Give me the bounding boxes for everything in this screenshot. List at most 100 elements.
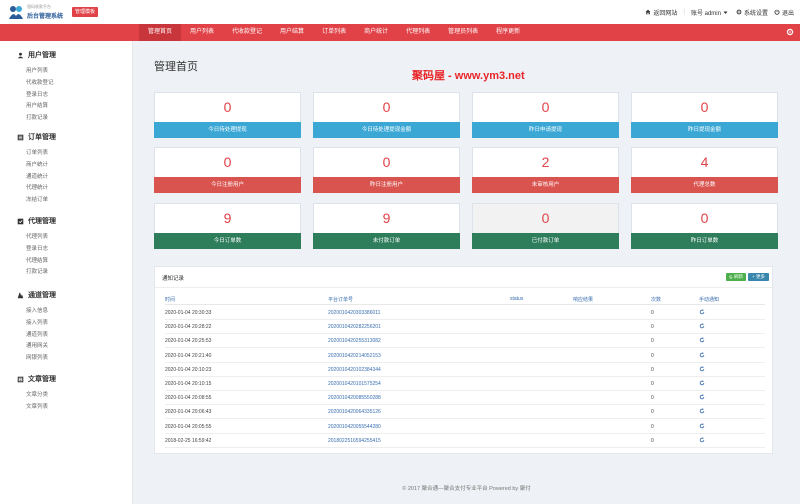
sidebar-item[interactable]: 通道列表 — [26, 330, 48, 338]
sidebar-item[interactable]: 打款记录 — [26, 267, 48, 275]
sidebar-item[interactable]: 通道统计 — [26, 172, 48, 180]
row-order-link[interactable]: 2020010420064335126 — [328, 409, 381, 415]
sidebar-item[interactable]: 登录日志 — [26, 90, 48, 98]
row-order-link[interactable]: 2020010420085550288 — [328, 395, 381, 401]
caret-down-icon — [723, 11, 728, 14]
resend-icon[interactable] — [699, 422, 705, 429]
home-icon — [645, 9, 651, 15]
nav-tab[interactable]: 代收款登记 — [223, 24, 271, 41]
row-order-link[interactable]: 2020010420214052153 — [328, 353, 381, 359]
stat-card[interactable]: 0 今日待处理提现 — [154, 92, 301, 138]
stat-card[interactable]: 9 今日订单数 — [154, 203, 301, 249]
sidebar-item[interactable]: 代理统计 — [26, 183, 48, 191]
sidebar-item[interactable]: 代理列表 — [26, 232, 48, 240]
stat-label: 代理总数 — [631, 177, 778, 193]
column-header: 响应结果 — [573, 297, 594, 303]
sidebar-item[interactable]: 商户统计 — [26, 160, 48, 168]
row-order-link[interactable]: 2020010420303386011 — [328, 310, 380, 316]
sidebar-item[interactable]: 接入信息 — [26, 306, 48, 314]
sidebar-item[interactable]: 打款记录 — [26, 113, 48, 121]
sidebar-group-title[interactable]: 用户管理 — [17, 50, 56, 60]
sidebar-group-title[interactable]: 文章管理 — [17, 374, 56, 384]
settings-gear-icon[interactable] — [786, 28, 794, 36]
row-count: 0 — [651, 381, 654, 387]
row-order-link[interactable]: 2020010420055544280 — [328, 424, 381, 430]
row-time: 2020-01-04 20:25:53 — [165, 338, 212, 345]
nav-tab[interactable]: 订单列表 — [313, 24, 355, 41]
sidebar-item[interactable]: 通用网关 — [26, 341, 48, 349]
resend-icon[interactable] — [699, 337, 705, 343]
stat-card[interactable]: 2 未审核用户 — [472, 147, 619, 193]
row-order-link[interactable]: 2020010420102384344 — [328, 367, 381, 373]
resend-icon[interactable] — [699, 394, 705, 400]
row-order-link[interactable]: 2020010420255313082 — [328, 338, 381, 344]
row-time: 2020-01-04 20:10:23 — [165, 366, 212, 373]
logo-icon — [9, 6, 23, 19]
sidebar-group-title[interactable]: 订单管理 — [17, 132, 56, 142]
stat-value: 0 — [382, 99, 391, 115]
stat-card[interactable]: 9 未付款订单 — [313, 203, 460, 249]
more-button[interactable]: + 更多 — [748, 273, 769, 281]
row-time: 2020-01-04 20:08:55 — [165, 395, 212, 402]
sidebar-item[interactable]: 代理结算 — [26, 256, 48, 264]
table-row: 2020-01-04 20:28:22 2020010420282256201 0 — [165, 320, 765, 335]
row-time: 2020-01-04 20:10:15 — [165, 381, 212, 387]
nav-tab[interactable]: 管理首页 — [139, 24, 182, 41]
row-order-link[interactable]: 2020010420101575254 — [328, 381, 381, 387]
sidebar-item[interactable]: 代收款登记 — [26, 78, 54, 86]
stat-card[interactable]: 0 今日待处理提现金额 — [313, 92, 460, 138]
account-menu[interactable]: 账号 admin — [691, 8, 730, 17]
sidebar-item[interactable]: 用户列表 — [26, 66, 48, 74]
logout-label: 退出 — [781, 10, 794, 17]
sidebar-item[interactable]: 用户结算 — [26, 101, 48, 109]
nav-tab[interactable]: 程序更新 — [487, 24, 529, 41]
stat-card[interactable]: 0 今日注册用户 — [154, 147, 301, 193]
stat-card[interactable]: 0 昨日申请提现 — [472, 92, 619, 138]
refresh-button[interactable]: 刷新 — [726, 273, 746, 281]
row-order-link[interactable]: 2018022516594255415 — [328, 438, 381, 444]
panel-title: 通知记录 — [162, 276, 185, 282]
sidebar-group-title[interactable]: 通道管理 — [17, 290, 56, 300]
sidebar-item[interactable]: 文章分类 — [26, 390, 48, 398]
home-link[interactable]: 返回网站 — [645, 8, 677, 17]
nav-tab[interactable]: 代理列表 — [397, 24, 439, 41]
brand-badge: 管理模板 — [72, 7, 99, 17]
sidebar-item[interactable]: 接入列表 — [26, 318, 48, 326]
table-row: 2020-01-04 20:06:43 2020010420064335126 0 — [165, 405, 765, 420]
gear-icon — [736, 9, 742, 15]
stat-value: 0 — [700, 210, 709, 226]
sidebar-item[interactable]: 登录日志 — [26, 244, 48, 252]
logo[interactable]: 银码收款平台 后台管理系统 — [8, 3, 66, 21]
sidebar-item[interactable]: 冻结订单 — [26, 195, 48, 203]
nav-tab[interactable]: 用户列表 — [181, 24, 223, 41]
stat-value: 0 — [223, 154, 232, 170]
logout-link[interactable]: 退出 — [774, 8, 794, 17]
divider — [155, 287, 772, 288]
main-nav: 管理首页 用户列表 代收款登记 用户结算 订单列表 商户统计 代理列表 管理员列表 程序更新 — [0, 24, 800, 41]
sidebar-group-title[interactable]: 代理管理 — [17, 216, 56, 226]
settings-link[interactable]: 系统设置 — [736, 8, 768, 17]
sidebar-item[interactable]: 网银列表 — [26, 353, 48, 361]
stat-card[interactable]: 0 昨日订单数 — [631, 203, 778, 249]
nav-tab[interactable]: 管理员列表 — [439, 24, 487, 41]
nav-tab[interactable]: 用户结算 — [271, 24, 313, 41]
row-time: 2020-01-04 20:30:33 — [165, 310, 212, 316]
sidebar-group-label: 代理管理 — [28, 218, 56, 225]
stat-card[interactable]: 0 昨日注册用户 — [313, 147, 460, 193]
sidebar-item[interactable]: 订单列表 — [26, 148, 48, 156]
nav-tab[interactable]: 商户统计 — [355, 24, 397, 41]
row-time: 2020-01-04 20:05:55 — [165, 423, 212, 430]
resend-icon[interactable] — [699, 323, 705, 329]
resend-icon[interactable] — [699, 380, 705, 386]
resend-icon[interactable] — [699, 408, 705, 414]
resend-icon[interactable] — [699, 366, 705, 372]
stat-card[interactable]: 4 代理总数 — [631, 147, 778, 193]
stat-value: 0 — [382, 154, 391, 170]
resend-icon[interactable] — [699, 437, 705, 443]
stat-card[interactable]: 0 昨日提现金额 — [631, 92, 778, 138]
resend-icon[interactable] — [699, 309, 705, 315]
sidebar-item[interactable]: 文章列表 — [26, 402, 48, 410]
stat-card[interactable]: 0 已付款订单 — [472, 203, 619, 249]
row-order-link[interactable]: 2020010420282256201 — [328, 324, 381, 330]
resend-icon[interactable] — [699, 351, 705, 358]
